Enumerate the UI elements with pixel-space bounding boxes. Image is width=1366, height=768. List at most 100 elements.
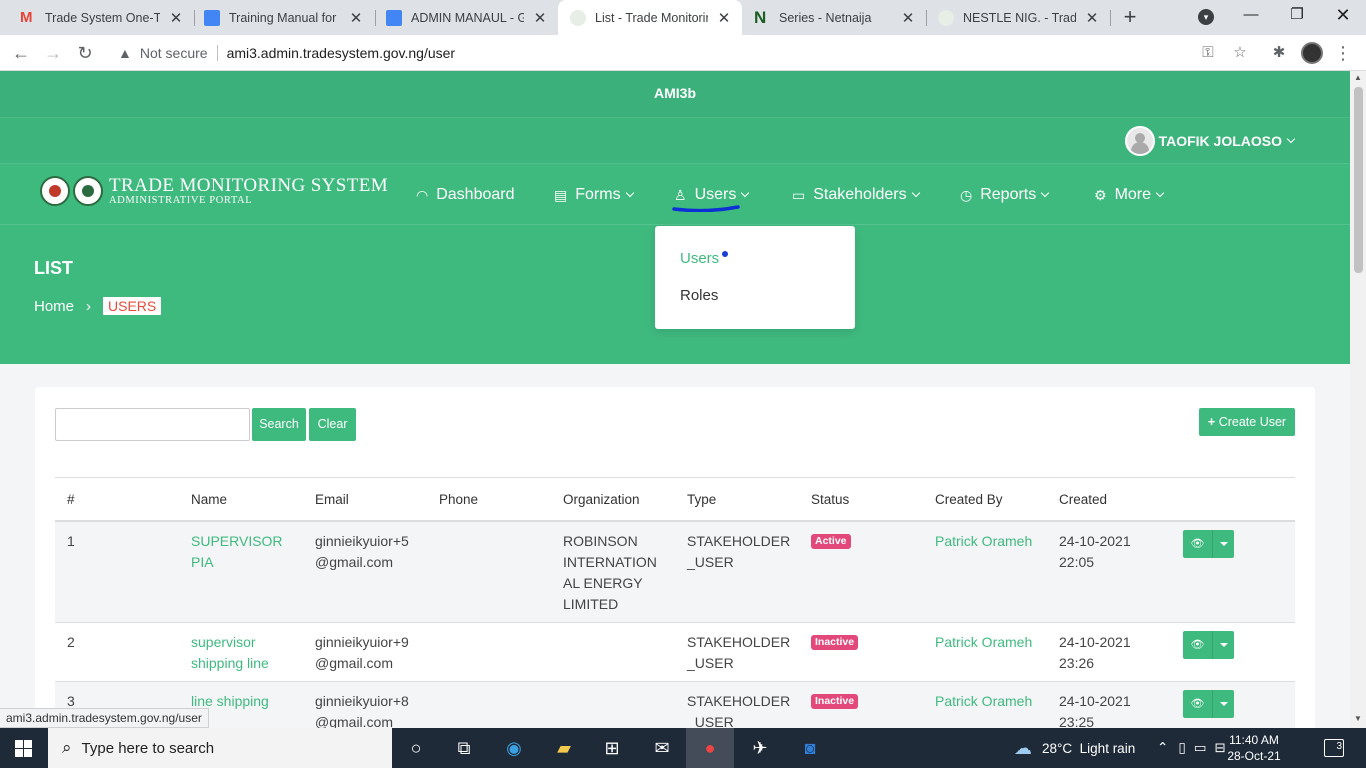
chrome-icon[interactable]: ● [686,728,734,768]
table-row: 2 supervisor shipping line ginnieikyuior… [55,623,1295,682]
clear-button[interactable]: Clear [309,408,356,441]
row-actions[interactable]: 👁 [1183,690,1234,718]
chevron-down-icon [1041,188,1050,198]
forward-icon[interactable]: → [41,41,65,65]
nav-more[interactable]: ⚙ More [1094,186,1165,204]
file-explorer-icon[interactable]: ▰ [550,734,578,762]
created-by-link[interactable]: Patrick Orameh [935,632,1032,653]
page-scrollbar[interactable]: ▲ ▼ [1350,71,1366,728]
row-actions[interactable]: 👁 [1183,631,1234,659]
close-window-icon[interactable]: ✕ [1320,0,1366,32]
created-by-link[interactable]: Patrick Orameh [935,691,1032,712]
column-header: Created [1059,492,1108,507]
plus-icon: + [1207,415,1216,429]
windows-start-icon[interactable] [15,740,32,757]
browser-tab[interactable]: M Trade System One-Tim ✕ [8,0,194,35]
warning-icon[interactable]: ▲ [118,45,132,61]
caret-down-icon[interactable] [1213,631,1234,659]
scroll-down-icon[interactable]: ▼ [1354,714,1362,723]
nav-forms[interactable]: ▤ Forms [554,186,634,204]
taskbar-search[interactable]: ⌕ Type here to search [48,728,392,768]
close-tab-icon[interactable]: ✕ [900,9,916,27]
clock-icon: ◷ [960,186,973,203]
caret-down-icon[interactable] [1213,530,1234,558]
reload-icon[interactable]: ↻ [73,41,97,65]
status-badge: Inactive [811,694,859,709]
notifications-icon[interactable]: 3 [1324,739,1344,757]
battery-icon[interactable]: ▭ [1194,740,1207,756]
user-name-link[interactable]: SUPERVISOR PIA [191,531,291,573]
browser-tab[interactable]: ADMIN MANAUL - Go ✕ [374,0,558,35]
menu-kebab-icon[interactable]: ⋮ [1334,44,1352,62]
user-name[interactable]: TAOFIK JOLAOSO [1159,133,1282,149]
browser-toolbar: ← → ↻ ▲ Not secure ami3.admin.tradesyste… [0,35,1366,71]
store-icon[interactable]: ⊞ [598,734,626,762]
close-tab-icon[interactable]: ✕ [168,9,184,27]
netnaija-icon: N [754,7,767,27]
close-tab-icon[interactable]: ✕ [532,9,548,27]
close-tab-icon[interactable]: ✕ [1084,9,1100,27]
weather-widget[interactable]: ☁ 28°C Light rain [1014,728,1135,768]
app-name: AMI3b [0,71,1350,117]
taskbar-clock[interactable]: 11:40 AM 28-Oct-21 [1226,732,1282,764]
coat-of-arms-icon [570,9,586,26]
eye-icon[interactable]: 👁 [1183,631,1213,659]
cloud-rain-icon: ☁ [1014,737,1032,758]
table-row: 3 line shipping ginnieikyuior+8 @gmail.c… [55,682,1295,728]
site-logo[interactable]: TRADE MONITORING SYSTEM ADMINISTRATIVE P… [40,176,388,206]
users-card: Search Clear + Create User # Name Email … [35,387,1315,728]
user-menu[interactable]: TAOFIK JOLAOSO [1124,126,1296,156]
eye-icon[interactable]: 👁 [1183,690,1213,718]
create-user-button[interactable]: + Create User [1199,408,1295,436]
device-icon[interactable]: ▯ [1178,740,1185,756]
browser-tab[interactable]: Training Manual for Fo ✕ [192,0,374,35]
close-tab-icon[interactable]: ✕ [716,9,732,27]
nav-dashboard[interactable]: ◠ Dashboard [416,186,515,204]
breadcrumb-current: USERS [103,297,162,315]
dropdown-item-roles[interactable]: Roles [680,287,718,304]
new-tab-button[interactable]: + [1118,4,1142,30]
row-actions[interactable]: 👁 [1183,530,1234,558]
mail-icon[interactable]: ✉ [648,734,676,762]
scrollbar-thumb[interactable] [1354,87,1363,273]
browser-tab[interactable]: NESTLE NIG. - Trade M ✕ [926,0,1110,35]
close-tab-icon[interactable]: ✕ [348,9,364,27]
briefcase-icon: ▭ [792,186,806,203]
edge-icon[interactable]: ◉ [500,734,528,762]
column-header: Created By [935,492,1003,507]
caret-down-icon[interactable] [1213,690,1234,718]
tab-search-icon[interactable]: ▾ [1198,9,1214,25]
search-icon: ⌕ [62,738,72,757]
status-badge: Active [811,534,851,549]
chevron-up-icon[interactable]: ⌃ [1157,740,1168,756]
search-button[interactable]: Search [252,408,306,441]
dropdown-item-users[interactable]: Users [680,250,719,267]
cursor-dot [722,251,728,257]
nav-reports[interactable]: ◷ Reports [960,186,1050,204]
page-header: AMI3b TAOFIK JOLAOSO TRADE MONITORING SY… [0,71,1350,364]
cortana-icon[interactable]: ○ [402,734,430,762]
outlook-icon[interactable]: ◙ [796,734,824,762]
back-icon[interactable]: ← [9,41,33,65]
star-icon[interactable]: ☆ [1231,44,1249,62]
search-input[interactable] [55,408,250,441]
scroll-up-icon[interactable]: ▲ [1354,73,1362,82]
app-icon[interactable]: ✈ [746,734,774,762]
extensions-icon[interactable]: ✱ [1270,44,1288,62]
eye-icon[interactable]: 👁 [1183,530,1213,558]
browser-tab-active[interactable]: List - Trade Monitoring ✕ [558,0,742,35]
avatar[interactable] [1124,126,1155,156]
nav-stakeholders[interactable]: ▭ Stakeholders [792,186,920,204]
network-icon[interactable]: ⊟ [1215,740,1226,756]
task-view-icon[interactable]: ⧉ [450,734,478,762]
nav-users[interactable]: ♙ Users [674,186,750,204]
key-icon[interactable]: ⚿ [1199,44,1217,62]
user-name-link[interactable]: supervisor shipping line [191,632,291,674]
profile-avatar[interactable] [1301,42,1323,64]
minimize-icon[interactable]: — [1228,0,1274,32]
address-bar[interactable]: ▲ Not secure ami3.admin.tradesystem.gov.… [108,39,1260,67]
restore-icon[interactable]: ❐ [1274,0,1320,32]
breadcrumb-home[interactable]: Home [34,298,74,315]
browser-tab[interactable]: N Series - Netnaija ✕ [742,0,926,35]
created-by-link[interactable]: Patrick Orameh [935,531,1032,552]
